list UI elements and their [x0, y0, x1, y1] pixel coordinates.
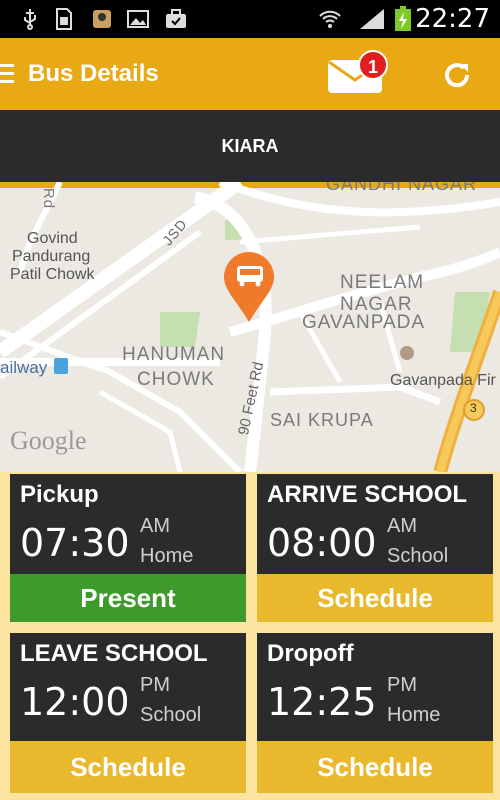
child-name-bar: KIARA [0, 110, 500, 182]
map-label: CHOWK [137, 369, 215, 390]
menu-icon[interactable] [0, 64, 14, 84]
schedule-card-dropoff: Dropoff 12:25 PM Home Schedule [257, 633, 493, 793]
sim-icon [56, 8, 72, 30]
card-meridiem: PM [140, 674, 170, 696]
image-icon [127, 10, 149, 28]
refresh-icon[interactable] [440, 58, 474, 92]
map-label: Gavanpada Fir [390, 372, 496, 389]
card-time: 12:25 [267, 680, 377, 724]
map-label: HANUMAN [122, 344, 226, 365]
map-label: 3 [470, 401, 477, 415]
map-label: ailway [0, 358, 48, 377]
map-label: GAVANPADA [302, 312, 426, 333]
schedule-button[interactable]: Schedule [257, 574, 493, 622]
schedule-card-leave-school: LEAVE SCHOOL 12:00 PM School Schedule [10, 633, 246, 793]
notification-icon [93, 10, 111, 28]
map-label: Govind [27, 230, 78, 247]
card-title: Pickup [20, 481, 99, 508]
child-name: KIARA [221, 136, 279, 156]
card-time: 07:30 [20, 521, 130, 565]
card-place: Home [140, 545, 194, 567]
google-logo: Google [10, 426, 87, 455]
app-bar: Bus Details 1 [0, 38, 500, 110]
map-label: SAI KRUPA [270, 410, 374, 430]
card-time: 12:00 [20, 680, 130, 724]
card-time: 08:00 [267, 521, 377, 565]
page-title: Bus Details [28, 60, 159, 87]
map-view[interactable]: GANDHI NAGAR Rd Govind Pandurang Patil C… [0, 182, 500, 472]
card-place: School [387, 545, 449, 567]
schedule-button[interactable]: Schedule [257, 741, 493, 793]
map-label: Patil Chowk [10, 266, 95, 283]
status-time: 22:27 [415, 4, 490, 34]
present-button[interactable]: Present [10, 574, 246, 622]
map-label: Pandurang [12, 248, 91, 265]
notification-badge: 1 [358, 50, 388, 80]
status-bar: 22:27 [0, 0, 500, 38]
map-label: NEELAM NAGAR [340, 272, 425, 315]
card-title: LEAVE SCHOOL [20, 640, 208, 667]
card-meridiem: PM [387, 674, 417, 696]
briefcase-icon [166, 9, 186, 28]
card-place: Home [387, 704, 441, 726]
battery-charging-icon [395, 6, 411, 31]
card-meridiem: AM [140, 515, 170, 537]
wifi-icon [319, 10, 341, 28]
signal-icon [360, 9, 384, 29]
schedule-button[interactable]: Schedule [10, 741, 246, 793]
usb-icon [24, 9, 36, 30]
schedule-card-pickup: Pickup 07:30 AM Home Present [10, 474, 246, 622]
card-title: Dropoff [267, 640, 354, 667]
card-meridiem: AM [387, 515, 417, 537]
map-label: Rd [40, 187, 58, 210]
map-label: GANDHI NAGAR [326, 182, 478, 194]
schedule-card-arrive-school: ARRIVE SCHOOL 08:00 AM School Schedule [257, 474, 493, 622]
card-title: ARRIVE SCHOOL [267, 481, 468, 508]
card-place: School [140, 704, 202, 726]
